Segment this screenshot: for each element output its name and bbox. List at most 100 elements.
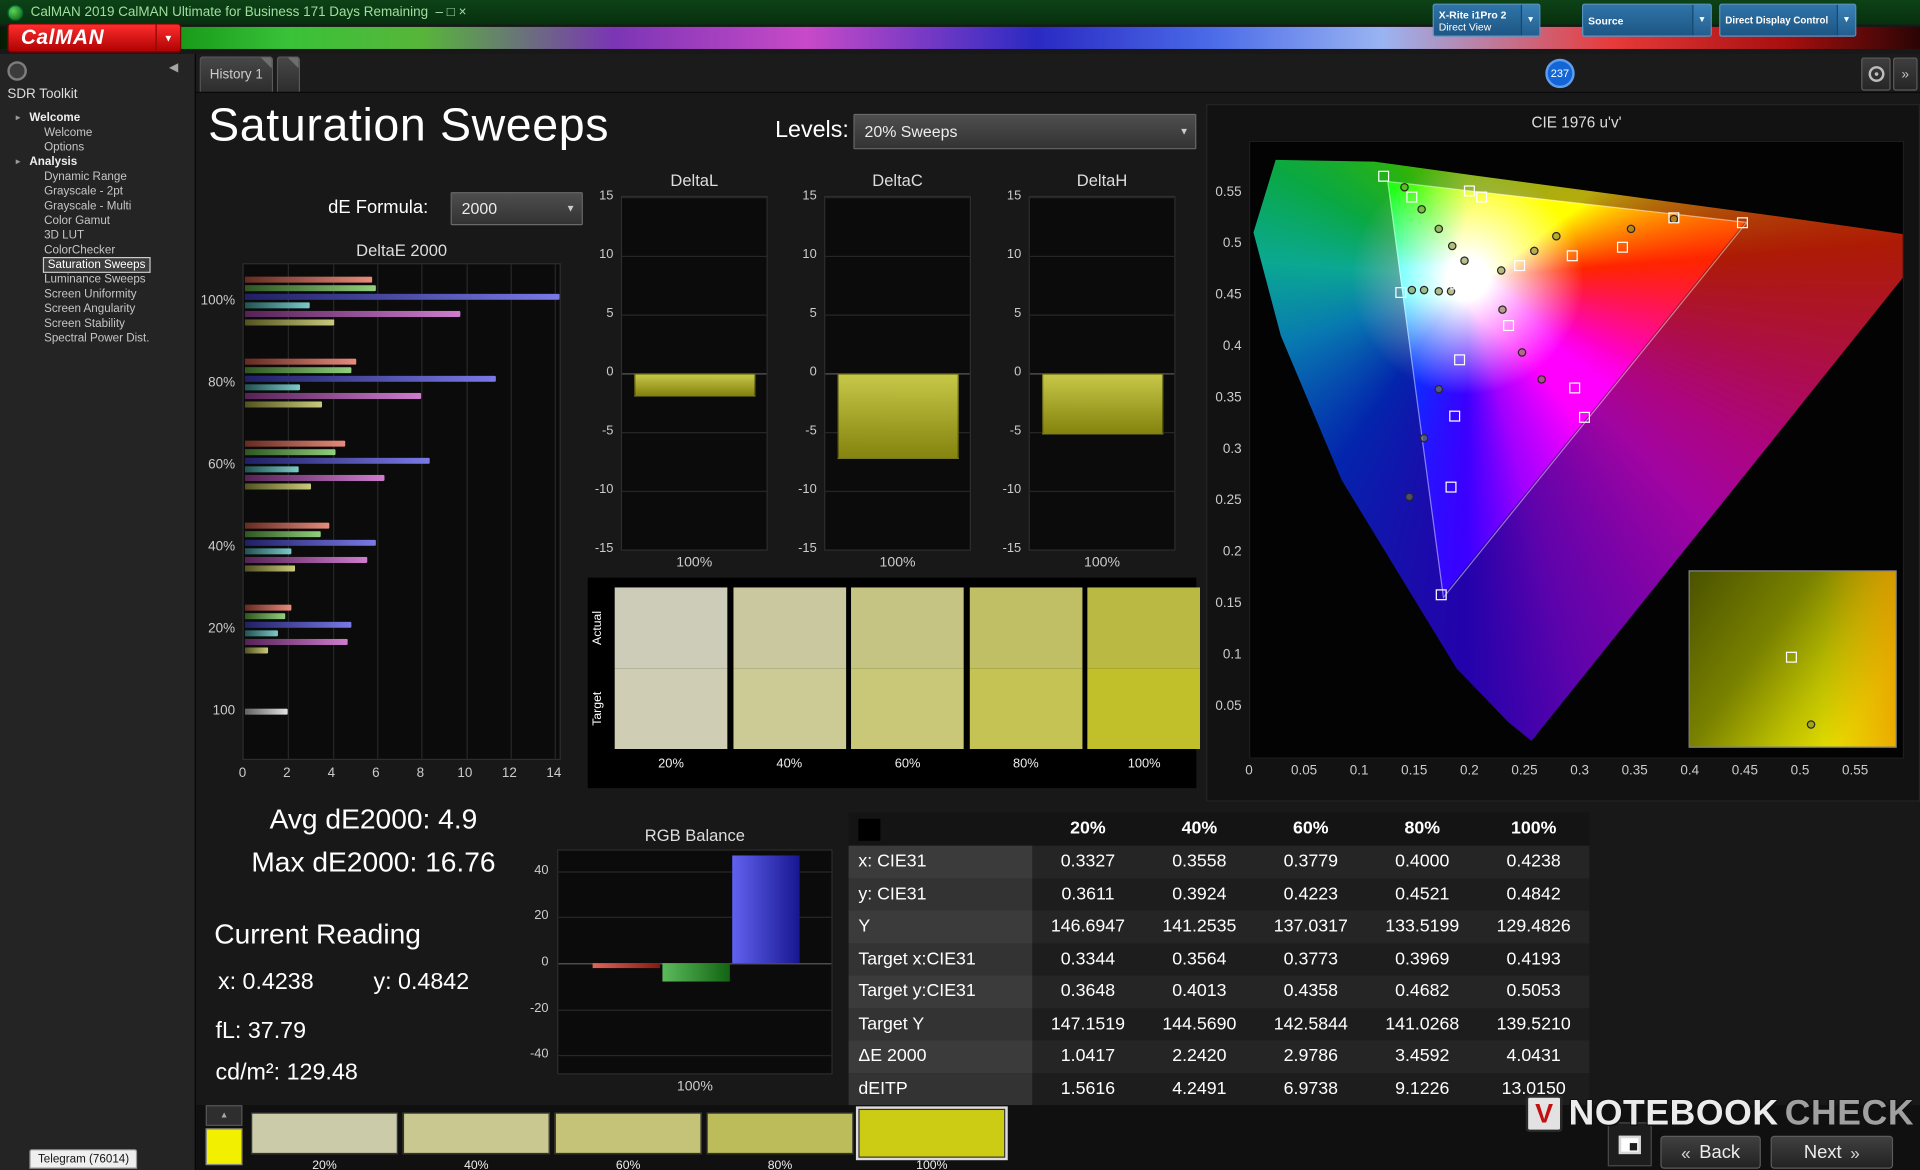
reading-x: x: 0.4238 (218, 969, 314, 996)
sidebar-item-saturation-sweeps[interactable]: Saturation Sweeps (0, 258, 196, 273)
fit-screen-button[interactable] (1608, 1122, 1652, 1166)
de-bar-blue (245, 622, 352, 628)
chevron-down-icon: ▼ (1173, 126, 1195, 137)
axis-tick-label: 0.15 (1398, 764, 1430, 779)
formula-dropdown[interactable]: 2000 ▼ (451, 192, 583, 225)
sweep-swatch-60[interactable] (555, 1112, 702, 1154)
gridline (1030, 491, 1174, 492)
axis-tick-label: 60% (184, 458, 235, 473)
swatch-label: 100% (1088, 756, 1201, 771)
back-button[interactable]: « Back (1660, 1136, 1760, 1169)
tab-history-1[interactable]: History 1 (200, 56, 273, 91)
measurement-marker (1405, 492, 1414, 501)
sidebar-item-grayscale-2pt[interactable]: Grayscale - 2pt (0, 185, 196, 200)
de-bar-yellow (245, 565, 295, 571)
table-cell: 147.1519 (1032, 1008, 1143, 1040)
axis-tick-label: -5 (602, 423, 613, 438)
table-header-cell: 80% (1367, 813, 1478, 846)
target-marker (1464, 185, 1475, 196)
sidebar-item-screen-uniformity[interactable]: Screen Uniformity (0, 288, 196, 303)
measurement-marker (1434, 287, 1443, 296)
sidebar-item-label: Luminance Sweeps (44, 273, 146, 286)
axis-tick-label: 0.25 (1509, 764, 1541, 779)
axis-tick-label: 12 (497, 766, 521, 781)
de-bar-green (245, 531, 321, 537)
gridline (622, 256, 766, 257)
next-button[interactable]: Next » (1771, 1136, 1893, 1169)
axis-tick-label: 0.2 (1453, 764, 1485, 779)
maximize-button[interactable]: □ (447, 5, 455, 20)
sidebar-section-welcome[interactable]: ▸Welcome (0, 111, 196, 126)
axis-tick-label: 0.35 (1205, 390, 1242, 405)
axis-tick-label: -5 (805, 423, 816, 438)
measurement-table: 20%40%60%80%100%x: CIE310.33270.35580.37… (849, 813, 1590, 1106)
sidebar-options-button[interactable] (7, 61, 27, 81)
meter-dropdown[interactable]: X-Rite i1Pro 2 Direct View ▼ (1433, 4, 1541, 37)
measurement-marker (1448, 241, 1457, 250)
settings-button[interactable] (1861, 58, 1890, 91)
sidebar-item-welcome[interactable]: Welcome (0, 126, 196, 141)
sidebar-item-color-gamut[interactable]: Color Gamut (0, 214, 196, 229)
measurement-marker (1420, 434, 1429, 443)
sweep-swatch-80[interactable] (707, 1112, 854, 1154)
table-cell: 141.0268 (1367, 1008, 1478, 1040)
sidebar-item-colorchecker[interactable]: ColorChecker (0, 244, 196, 259)
sidebar-item-label: Screen Angularity (44, 302, 135, 315)
reading-cd: cd/m²: 129.48 (216, 1060, 358, 1087)
chart-title-deltah: DeltaH (1029, 171, 1176, 189)
sidebar-collapse-button[interactable]: ◀ (169, 61, 178, 74)
table-row-label: Target x:CIE31 (849, 943, 1033, 975)
close-button[interactable]: × (459, 5, 467, 20)
table-cell: 0.4193 (1478, 943, 1589, 975)
meter-count-badge[interactable]: 237 (1545, 59, 1574, 88)
chevron-down-icon: ▼ (156, 24, 180, 51)
sidebar-item-3d-lut[interactable]: 3D LUT (0, 229, 196, 244)
sidebar-item-spectral-power-dist[interactable]: Spectral Power Dist. (0, 332, 196, 347)
sidebar-item-grayscale-multi[interactable]: Grayscale - Multi (0, 199, 196, 214)
sidebar-item-screen-angularity[interactable]: Screen Angularity (0, 302, 196, 317)
expand-strip-button[interactable]: ▲ (206, 1105, 243, 1126)
cie-diagram-plot (1249, 141, 1904, 759)
axis-tick-label: 0.4 (1674, 764, 1706, 779)
table-row: ΔE 20001.04172.24202.97863.45924.0431 (849, 1040, 1590, 1072)
sidebar-item-options[interactable]: Options (0, 141, 196, 156)
table-row: Target y:CIE310.36480.40130.43580.46820.… (849, 975, 1590, 1007)
source-dropdown[interactable]: Source ▼ (1582, 4, 1712, 37)
rgb-bar-red (593, 963, 660, 968)
tab-new-stub[interactable] (277, 56, 300, 91)
sidebar-item-label: Options (44, 141, 84, 154)
table-cell: 133.5199 (1367, 911, 1478, 943)
sidebar-item-label: Color Gamut (44, 214, 110, 227)
sidebar-item-label: Screen Stability (44, 317, 125, 330)
levels-dropdown[interactable]: 20% Sweeps ▼ (853, 114, 1196, 149)
gridline (333, 264, 334, 758)
sidebar-section-analysis[interactable]: ▸Analysis (0, 155, 196, 170)
minimize-button[interactable]: – (435, 5, 443, 20)
sidebar-item-screen-stability[interactable]: Screen Stability (0, 317, 196, 332)
gridline (622, 491, 766, 492)
rgb-x-label: 100% (557, 1079, 833, 1094)
sidebar-item-dynamic-range[interactable]: Dynamic Range (0, 170, 196, 185)
deltal-x-label: 100% (621, 556, 768, 571)
window-title: CalMAN 2019 CalMAN Ultimate for Business… (31, 5, 429, 20)
sidebar-item-luminance-sweeps[interactable]: Luminance Sweeps (0, 273, 196, 288)
axis-tick-label: 0.45 (1729, 764, 1761, 779)
sweep-swatch-100[interactable] (858, 1109, 1005, 1158)
axis-tick-label: 0.45 (1205, 288, 1242, 303)
calman-app-window: CalMAN 2019 CalMAN Ultimate for Business… (0, 0, 1920, 1170)
de-bar-yellow (245, 483, 311, 489)
measurement-marker (1417, 205, 1426, 214)
chart-title-deltae: DeltaE 2000 (242, 241, 560, 259)
advance-button[interactable]: » (1893, 58, 1917, 91)
taskbar-telegram-item[interactable]: Telegram (76014) (29, 1149, 137, 1169)
gridline (422, 264, 423, 758)
display-control-dropdown[interactable]: Direct Display Control ▼ (1719, 4, 1856, 37)
table-cell: 1.5616 (1032, 1073, 1143, 1105)
sweep-swatch-40[interactable] (403, 1112, 550, 1154)
table-cell: 0.3564 (1144, 943, 1255, 975)
cie-x-axis: 00.050.10.150.20.250.30.350.40.450.50.55 (1249, 764, 1904, 781)
deltae-x-axis: 02468101214 (242, 766, 560, 783)
axis-tick-label: 10 (453, 766, 477, 781)
calman-logo-menu[interactable]: CalMAN ▼ (7, 23, 181, 52)
sweep-swatch-20[interactable] (251, 1112, 398, 1154)
